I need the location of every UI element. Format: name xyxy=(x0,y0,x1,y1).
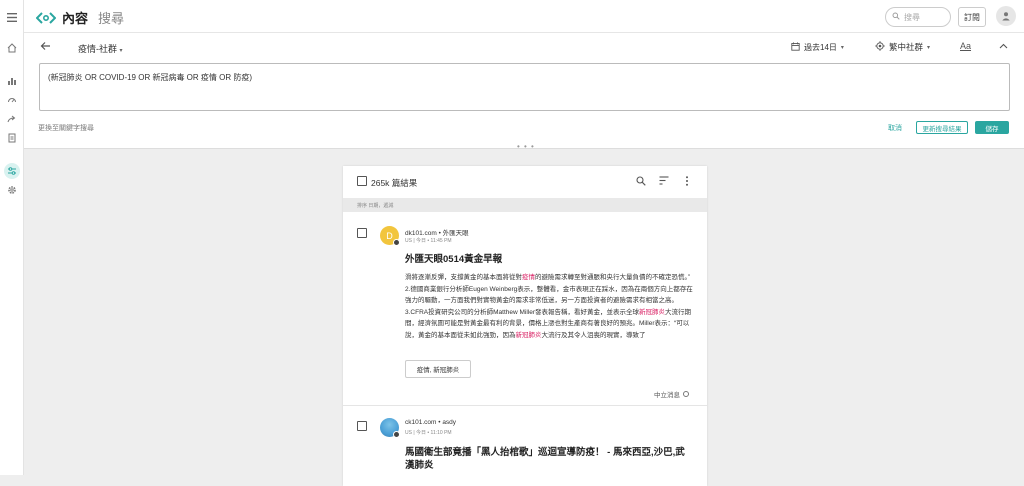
keyword-highlight: 新冠肺炎 xyxy=(639,308,666,316)
results-count: 265k 篇結果 xyxy=(371,178,418,188)
subscribe-button[interactable]: 訂閱 xyxy=(958,7,986,27)
more-vert-icon[interactable] xyxy=(685,176,689,189)
app-subtitle: 搜尋 xyxy=(98,11,125,26)
region-dropdown[interactable]: 繁中社群 ▾ xyxy=(875,41,930,53)
sentiment-label[interactable]: 中立消息 xyxy=(654,389,689,399)
post-source[interactable]: ck101.com • asdy xyxy=(405,419,456,426)
post-title[interactable]: 馬國衛生部竟播「黑人抬棺歌」巡迴宣導防疫！ - 馬來西亞,沙巴,武漢肺炎 xyxy=(405,446,693,472)
app-title: 內容 xyxy=(62,11,89,26)
list-item: D dk101.com • 外匯天眼 US | 今日 • 11:45 PM 外匯… xyxy=(343,212,707,402)
results-card: 265k 篇結果 排序 日期，遞減 D dk101.com • 外匯天眼 US … xyxy=(343,166,707,486)
query-panel: 疫情-社群 ▾ 過去14日 ▾ 繁中社群 ▾ Aa (新冠肺炎 OR COVID… xyxy=(24,33,1024,149)
post-meta: US | 今日 • 11:10 PM xyxy=(405,430,452,436)
list-item: ck101.com • asdy US | 今日 • 11:10 PM 馬國衛生… xyxy=(343,406,707,486)
sentiment-text: 中立消息 xyxy=(654,392,680,399)
avatar-letter: D xyxy=(386,230,393,241)
news-badge-icon xyxy=(393,239,400,246)
top-bar: 內容 搜尋 搜尋 訂閱 xyxy=(24,0,1024,33)
logo-icon xyxy=(36,11,56,25)
body-text: 大流行及其令人沮喪的現實，導致了 xyxy=(541,331,646,339)
search-input[interactable]: 搜尋 xyxy=(885,7,951,27)
post-checkbox[interactable] xyxy=(357,228,367,238)
query-title-dropdown[interactable]: 疫情-社群 ▾ xyxy=(78,42,123,55)
date-range-value: 過去14日 xyxy=(804,43,837,52)
share-icon[interactable] xyxy=(4,111,20,127)
post-source[interactable]: dk101.com • 外匯天眼 xyxy=(405,227,469,237)
search-placeholder: 搜尋 xyxy=(904,12,920,22)
dashboard-icon[interactable] xyxy=(4,92,20,108)
cancel-button[interactable]: 取消 xyxy=(888,123,902,133)
analytics-icon[interactable] xyxy=(4,73,20,89)
news-badge-icon xyxy=(393,431,400,438)
sort-icon[interactable] xyxy=(659,176,669,188)
gear-icon[interactable] xyxy=(4,182,20,198)
calendar-icon xyxy=(791,42,800,53)
results-header: 265k 篇結果 xyxy=(343,166,707,198)
home-icon[interactable] xyxy=(4,40,20,56)
body-text: 滑將逐漸反彈，支撐黃金的基本面將從對 xyxy=(405,274,522,281)
back-arrow-icon[interactable] xyxy=(40,39,51,54)
report-icon[interactable] xyxy=(4,130,20,146)
keyword-highlight: 疫情 xyxy=(522,274,535,281)
app-logo: 內容 搜尋 xyxy=(36,8,124,27)
filter-settings-icon[interactable] xyxy=(4,163,20,179)
menu-icon[interactable] xyxy=(4,9,20,25)
update-results-button[interactable]: 更新搜尋結果 xyxy=(916,121,968,134)
search-icon xyxy=(892,12,900,22)
save-button[interactable]: 儲存 xyxy=(975,121,1009,134)
chevron-down-icon: ▾ xyxy=(840,45,844,51)
region-value: 繁中社群 xyxy=(889,42,924,52)
neutral-circle-icon xyxy=(683,391,689,397)
post-checkbox[interactable] xyxy=(357,421,367,431)
query-title: 疫情-社群 xyxy=(78,44,117,54)
keyword-highlight: 新冠肺炎 xyxy=(515,331,542,339)
select-all-checkbox[interactable] xyxy=(357,176,367,186)
sort-info-bar: 排序 日期，遞減 xyxy=(343,198,707,212)
panel-resize-handle[interactable]: • • • xyxy=(517,142,535,151)
avatar[interactable] xyxy=(996,6,1016,26)
post-title[interactable]: 外匯天眼0514黃金早報 xyxy=(405,253,693,266)
font-size-button[interactable]: Aa xyxy=(960,41,971,51)
chevron-up-icon[interactable] xyxy=(999,41,1008,51)
post-body: 滑將逐漸反彈，支撐黃金的基本面將從對疫情的避險需求轉至對通脹和央行大量負債的不確… xyxy=(405,272,693,341)
chevron-down-icon: ▾ xyxy=(927,44,931,51)
chevron-down-icon: ▾ xyxy=(119,48,123,54)
date-range-dropdown[interactable]: 過去14日 ▾ xyxy=(791,42,844,53)
left-rail xyxy=(0,0,24,475)
switch-to-keyword-link[interactable]: 更換至關鍵字搜尋 xyxy=(38,123,94,133)
search-icon[interactable] xyxy=(636,176,646,189)
location-target-icon xyxy=(875,41,885,53)
post-tag[interactable]: 疫情, 新冠肺炎 xyxy=(405,360,471,378)
query-textarea[interactable]: (新冠肺炎 OR COVID-19 OR 新冠病毒 OR 疫情 OR 防疫) xyxy=(39,63,1010,111)
post-meta: US | 今日 • 11:45 PM xyxy=(405,238,452,244)
